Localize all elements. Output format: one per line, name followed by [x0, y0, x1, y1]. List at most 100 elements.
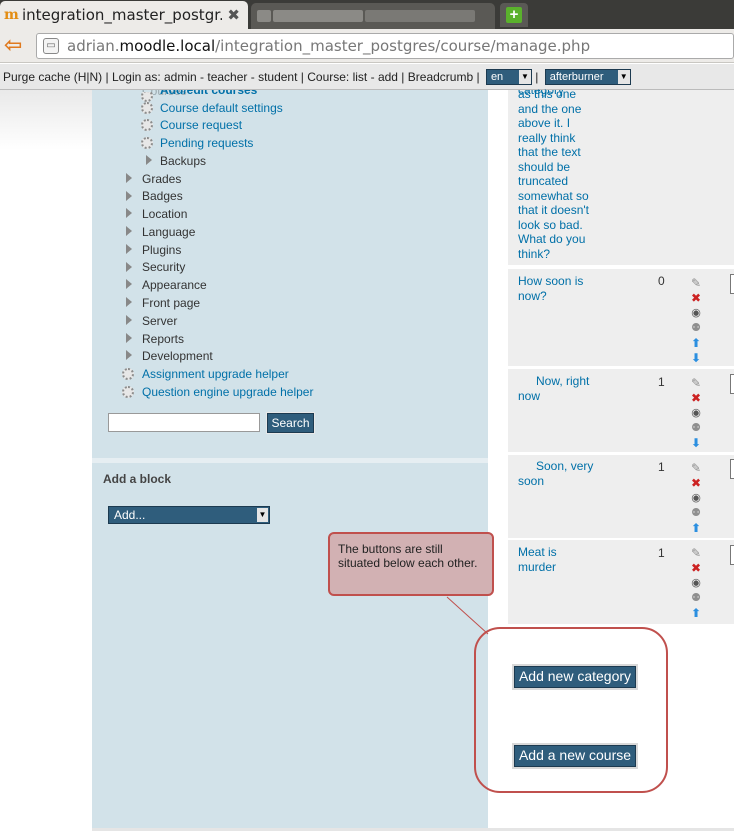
url-text: adrian.moodle.local/integration_master_p…: [67, 37, 591, 55]
separator: -: [247, 69, 259, 84]
tree-item-plugins[interactable]: Plugins: [142, 243, 181, 257]
tree-item-course-default-settings[interactable]: Course default settings: [160, 101, 283, 115]
tree-item-security[interactable]: Security: [142, 260, 185, 274]
login-as-student-link[interactable]: student: [258, 70, 297, 84]
tree-item-reports[interactable]: Reports: [142, 332, 184, 346]
expand-triangle-icon[interactable]: [126, 333, 132, 343]
close-tab-icon[interactable]: ✖: [227, 6, 240, 24]
moodle-favicon-icon: m: [4, 7, 19, 23]
purge-cache-link[interactable]: Purge cache (H|N): [3, 70, 102, 84]
language-select[interactable]: en ▼: [485, 68, 532, 85]
tree-item-badges[interactable]: Badges: [142, 189, 183, 203]
select-checkbox[interactable]: [730, 274, 734, 294]
gear-icon: [141, 119, 153, 131]
course-name[interactable]: Now, right now: [518, 374, 608, 404]
wrench-icon[interactable]: ✎: [689, 461, 703, 475]
delete-icon[interactable]: ✖: [689, 391, 703, 405]
gear-icon: [122, 386, 134, 398]
expand-triangle-icon[interactable]: [126, 262, 132, 272]
course-name[interactable]: Meat is murder: [518, 545, 598, 575]
page-left-gutter: [0, 90, 92, 831]
separator: -: [367, 69, 378, 84]
eye-icon[interactable]: ◉: [689, 406, 703, 420]
delete-icon[interactable]: ✖: [689, 476, 703, 490]
tree-item-grades[interactable]: Grades: [142, 172, 181, 186]
expand-triangle-icon[interactable]: [126, 350, 132, 360]
login-as-teacher-link[interactable]: teacher: [207, 70, 247, 84]
eye-icon[interactable]: ◉: [689, 491, 703, 505]
page-info-icon[interactable]: ▭: [43, 38, 59, 54]
roles-icon[interactable]: ⚉: [689, 591, 703, 605]
tree-item-course-request[interactable]: Course request: [160, 118, 242, 132]
tree-item-appearance[interactable]: Appearance: [142, 278, 207, 292]
roles-icon[interactable]: ⚉: [689, 421, 703, 435]
admin-search-input[interactable]: [108, 413, 260, 432]
course-list-link[interactable]: list: [353, 70, 368, 84]
block-divider: [92, 458, 488, 463]
browser-tab-inactive[interactable]: [251, 3, 495, 29]
search-button[interactable]: Search: [266, 412, 315, 434]
expand-triangle-icon[interactable]: [126, 173, 132, 183]
expand-triangle-icon[interactable]: [126, 297, 132, 307]
tree-item-backups[interactable]: Backups: [160, 154, 206, 168]
annotation-callout: The buttons are still situated below eac…: [328, 532, 494, 596]
blurred-tab-title: [365, 10, 475, 22]
wrench-icon[interactable]: ✎: [689, 276, 703, 290]
browser-navbar: ⇦ ▭ adrian.moodle.local/integration_mast…: [0, 29, 734, 63]
plus-icon: +: [506, 7, 522, 23]
select-checkbox[interactable]: [730, 459, 734, 479]
course-count: 1: [658, 546, 665, 560]
tree-item-front-page[interactable]: Front page: [142, 296, 200, 310]
roles-icon[interactable]: ⚉: [689, 321, 703, 335]
address-bar[interactable]: ▭ adrian.moodle.local/integration_master…: [36, 33, 734, 59]
eye-icon[interactable]: ◉: [689, 576, 703, 590]
move-down-icon[interactable]: ⬇: [689, 436, 703, 450]
moodle-dev-toolbar: Purge cache (H|N) | Login as: admin - te…: [0, 64, 734, 90]
login-as-admin-link[interactable]: admin: [164, 70, 197, 84]
add-new-category-button[interactable]: Add new category: [512, 664, 638, 690]
tree-item-location[interactable]: Location: [142, 207, 187, 221]
move-up-icon[interactable]: ⬆: [689, 521, 703, 535]
tree-item-pending-requests[interactable]: Pending requests: [160, 136, 253, 150]
theme-select[interactable]: afterburner ▼: [544, 68, 631, 85]
tree-item-server[interactable]: Server: [142, 314, 177, 328]
back-arrow-icon[interactable]: ⇦: [4, 34, 30, 57]
expand-triangle-icon[interactable]: [126, 244, 132, 254]
course-count: 0: [658, 274, 665, 288]
course-add-link[interactable]: add: [378, 70, 398, 84]
wrench-icon[interactable]: ✎: [689, 376, 703, 390]
course-name-long[interactable]: as this one and the one above it. I real…: [518, 87, 598, 261]
chevron-down-icon: ▼: [518, 69, 531, 84]
expand-triangle-icon[interactable]: [126, 226, 132, 236]
expand-triangle-icon[interactable]: [146, 155, 152, 165]
separator: |: [397, 69, 408, 84]
add-block-select-value: Add...: [114, 508, 146, 522]
tree-item-language[interactable]: Language: [142, 225, 195, 239]
tree-item-development[interactable]: Development: [142, 349, 213, 363]
delete-icon[interactable]: ✖: [689, 561, 703, 575]
expand-triangle-icon[interactable]: [126, 315, 132, 325]
add-block-select[interactable]: Add... ▼: [108, 506, 270, 524]
move-up-icon[interactable]: ⬆: [689, 606, 703, 620]
add-new-course-button[interactable]: Add a new course: [512, 743, 638, 769]
tree-item-assignment-upgrade-helper[interactable]: Assignment upgrade helper: [142, 367, 289, 381]
course-name[interactable]: How soon is now?: [518, 274, 598, 304]
delete-icon[interactable]: ✖: [689, 291, 703, 305]
eye-icon[interactable]: ◉: [689, 306, 703, 320]
course-name[interactable]: Soon, very soon: [518, 459, 608, 489]
move-down-icon[interactable]: ⬇: [689, 351, 703, 365]
expand-triangle-icon[interactable]: [126, 208, 132, 218]
select-checkbox[interactable]: [730, 374, 734, 394]
expand-triangle-icon[interactable]: [126, 191, 132, 201]
move-up-icon[interactable]: ⬆: [689, 336, 703, 350]
chevron-down-icon: ▼: [617, 69, 630, 84]
tree-item-question-engine-upgrade-helper[interactable]: Question engine upgrade helper: [142, 385, 313, 399]
roles-icon[interactable]: ⚉: [689, 506, 703, 520]
breadcrumb-link[interactable]: Breadcrumb: [408, 70, 473, 84]
new-tab-button[interactable]: +: [500, 3, 528, 27]
select-checkbox[interactable]: [730, 545, 734, 565]
browser-tab-active[interactable]: m integration_master_postgr... ✖: [0, 1, 248, 29]
expand-triangle-icon[interactable]: [126, 279, 132, 289]
course-actions: ✎ ✖ ◉ ⚉ ⬆: [689, 461, 703, 535]
wrench-icon[interactable]: ✎: [689, 546, 703, 560]
